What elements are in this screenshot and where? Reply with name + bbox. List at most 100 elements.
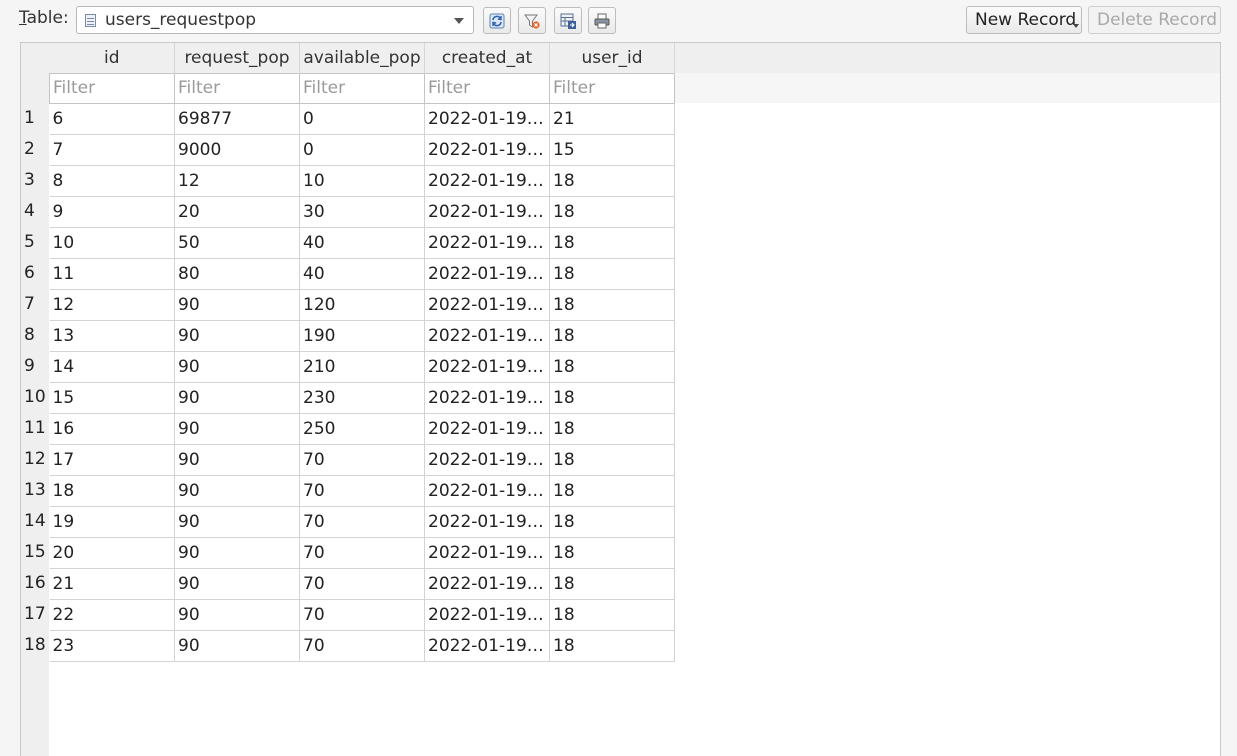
cell-user-id[interactable]: 18	[549, 196, 675, 228]
row-number[interactable]: 10	[21, 382, 49, 413]
cell-request-pop[interactable]: 90	[174, 289, 300, 321]
row-number[interactable]: 8	[21, 320, 49, 351]
cell-available-pop[interactable]: 120	[299, 289, 425, 321]
cell-user-id[interactable]: 18	[549, 475, 675, 507]
cell-user-id[interactable]: 21	[549, 103, 675, 135]
save-table-button[interactable]	[554, 7, 582, 34]
cell-request-pop[interactable]: 90	[174, 599, 300, 631]
cell-available-pop[interactable]: 30	[299, 196, 425, 228]
row-number[interactable]: 5	[21, 227, 49, 258]
cell-created-at[interactable]: 2022-01-19…	[424, 134, 550, 166]
row-number[interactable]: 16	[21, 568, 49, 599]
cell-created-at[interactable]: 2022-01-19…	[424, 444, 550, 476]
cell-created-at[interactable]: 2022-01-19…	[424, 568, 550, 600]
table-row[interactable]: 22 90 70 2022-01-19… 18	[49, 599, 675, 631]
cell-request-pop[interactable]: 90	[174, 413, 300, 445]
cell-id[interactable]: 17	[49, 444, 175, 476]
cell-available-pop[interactable]: 40	[299, 227, 425, 259]
cell-created-at[interactable]: 2022-01-19…	[424, 351, 550, 383]
cell-id[interactable]: 14	[49, 351, 175, 383]
cell-request-pop[interactable]: 69877	[174, 103, 300, 135]
table-row[interactable]: 20 90 70 2022-01-19… 18	[49, 537, 675, 569]
cell-id[interactable]: 8	[49, 165, 175, 197]
column-header-created-at[interactable]: created_at	[424, 43, 550, 73]
table-row[interactable]: 17 90 70 2022-01-19… 18	[49, 444, 675, 476]
table-row[interactable]: 23 90 70 2022-01-19… 18	[49, 630, 675, 662]
new-record-button[interactable]: New Record	[966, 6, 1082, 34]
table-row[interactable]: 13 90 190 2022-01-19… 18	[49, 320, 675, 352]
row-number[interactable]: 2	[21, 134, 49, 165]
cell-created-at[interactable]: 2022-01-19…	[424, 165, 550, 197]
row-number[interactable]: 12	[21, 444, 49, 475]
row-number[interactable]: 11	[21, 413, 49, 444]
cell-created-at[interactable]: 2022-01-19…	[424, 630, 550, 662]
cell-available-pop[interactable]: 70	[299, 630, 425, 662]
cell-id[interactable]: 11	[49, 258, 175, 290]
cell-created-at[interactable]: 2022-01-19…	[424, 506, 550, 538]
table-row[interactable]: 6 69877 0 2022-01-19… 21	[49, 103, 675, 135]
data-grid[interactable]: id request_pop available_pop created_at user…	[20, 42, 1221, 756]
cell-created-at[interactable]: 2022-01-19…	[424, 599, 550, 631]
cell-created-at[interactable]: 2022-01-19…	[424, 413, 550, 445]
cell-available-pop[interactable]: 70	[299, 537, 425, 569]
cell-user-id[interactable]: 18	[549, 599, 675, 631]
cell-id[interactable]: 22	[49, 599, 175, 631]
table-row[interactable]: 8 12 10 2022-01-19… 18	[49, 165, 675, 197]
cell-request-pop[interactable]: 90	[174, 475, 300, 507]
row-number[interactable]: 18	[21, 630, 49, 661]
cell-user-id[interactable]: 18	[549, 568, 675, 600]
column-header-user-id[interactable]: user_id	[549, 43, 675, 73]
cell-id[interactable]: 20	[49, 537, 175, 569]
cell-created-at[interactable]: 2022-01-19…	[424, 320, 550, 352]
cell-user-id[interactable]: 18	[549, 413, 675, 445]
column-header-available-pop[interactable]: available_pop	[299, 43, 425, 73]
cell-user-id[interactable]: 18	[549, 320, 675, 352]
column-header-request-pop[interactable]: request_pop	[174, 43, 300, 73]
column-header-id[interactable]: id	[49, 43, 175, 73]
cell-id[interactable]: 21	[49, 568, 175, 600]
row-number[interactable]: 9	[21, 351, 49, 382]
table-row[interactable]: 10 50 40 2022-01-19… 18	[49, 227, 675, 259]
cell-id[interactable]: 19	[49, 506, 175, 538]
cell-request-pop[interactable]: 90	[174, 444, 300, 476]
row-number[interactable]: 1	[21, 103, 49, 134]
cell-available-pop[interactable]: 250	[299, 413, 425, 445]
cell-user-id[interactable]: 18	[549, 630, 675, 662]
cell-id[interactable]: 9	[49, 196, 175, 228]
filter-input-created-at[interactable]	[428, 78, 546, 98]
cell-available-pop[interactable]: 70	[299, 444, 425, 476]
table-select[interactable]: users_requestpop	[76, 6, 474, 34]
cell-created-at[interactable]: 2022-01-19…	[424, 258, 550, 290]
table-row[interactable]: 19 90 70 2022-01-19… 18	[49, 506, 675, 538]
table-row[interactable]: 11 80 40 2022-01-19… 18	[49, 258, 675, 290]
cell-request-pop[interactable]: 9000	[174, 134, 300, 166]
table-row[interactable]: 21 90 70 2022-01-19… 18	[49, 568, 675, 600]
row-number[interactable]: 6	[21, 258, 49, 289]
cell-request-pop[interactable]: 80	[174, 258, 300, 290]
cell-id[interactable]: 23	[49, 630, 175, 662]
cell-user-id[interactable]: 18	[549, 506, 675, 538]
cell-created-at[interactable]: 2022-01-19…	[424, 289, 550, 321]
table-row[interactable]: 12 90 120 2022-01-19… 18	[49, 289, 675, 321]
cell-request-pop[interactable]: 90	[174, 568, 300, 600]
cell-request-pop[interactable]: 50	[174, 227, 300, 259]
table-row[interactable]: 7 9000 0 2022-01-19… 15	[49, 134, 675, 166]
cell-available-pop[interactable]: 10	[299, 165, 425, 197]
cell-available-pop[interactable]: 0	[299, 103, 425, 135]
cell-created-at[interactable]: 2022-01-19…	[424, 103, 550, 135]
row-number[interactable]: 4	[21, 196, 49, 227]
filter-input-id[interactable]	[53, 78, 171, 98]
cell-request-pop[interactable]: 90	[174, 351, 300, 383]
print-button[interactable]	[588, 7, 616, 34]
table-row[interactable]: 9 20 30 2022-01-19… 18	[49, 196, 675, 228]
cell-request-pop[interactable]: 90	[174, 537, 300, 569]
cell-request-pop[interactable]: 90	[174, 506, 300, 538]
table-row[interactable]: 14 90 210 2022-01-19… 18	[49, 351, 675, 383]
cell-user-id[interactable]: 18	[549, 537, 675, 569]
cell-user-id[interactable]: 18	[549, 227, 675, 259]
cell-available-pop[interactable]: 70	[299, 599, 425, 631]
dropdown-arrow-icon[interactable]	[1073, 24, 1079, 28]
table-row[interactable]: 18 90 70 2022-01-19… 18	[49, 475, 675, 507]
row-number[interactable]: 3	[21, 165, 49, 196]
cell-user-id[interactable]: 18	[549, 289, 675, 321]
